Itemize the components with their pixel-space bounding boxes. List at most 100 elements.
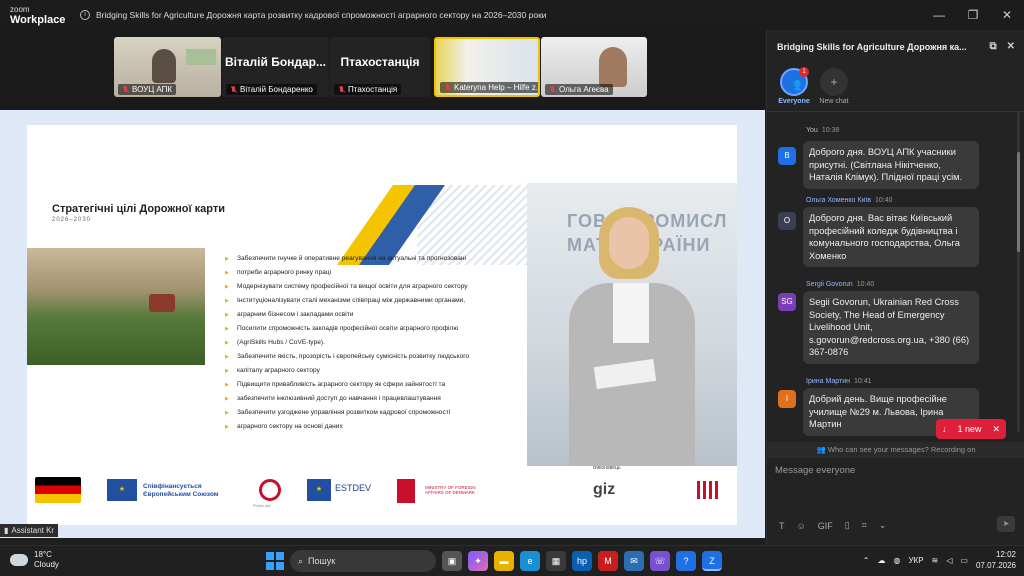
mic-muted-icon	[338, 85, 345, 94]
mail-icon[interactable]: ✉	[624, 551, 644, 571]
chevron-down-icon[interactable]: ⌄	[879, 520, 887, 531]
compose-area[interactable]: Message everyone T ☺ GIF ▯ ⌗ ⌄ ➤	[767, 458, 1024, 545]
message-bubble: Segii Govorun, Ukrainian Red Cross Socie…	[803, 291, 979, 364]
mcafee-icon[interactable]: M	[598, 551, 618, 571]
arrow-down-icon: ↓	[942, 424, 947, 434]
new-messages-pill[interactable]: ↓ 1 new ✕	[936, 419, 1006, 439]
message-sender: Ірина Мартин 10:41	[806, 378, 872, 385]
clock[interactable]: 12:02 07.07.2026	[976, 549, 1016, 571]
slide-title: Стратегічні цілі Дорожної карти	[52, 203, 226, 215]
video-tile[interactable]: Птахостанція Птахостанція	[330, 37, 430, 97]
message-bubble: Доброго дня. Вас вітає Київський професі…	[803, 207, 979, 267]
hp-icon[interactable]: hp	[572, 551, 592, 571]
flag-stripes-graphic	[336, 185, 527, 265]
unread-badge: 1	[799, 67, 809, 77]
logo-line2: Workplace	[10, 14, 66, 26]
bullet-item: Модернізувати систему професійної та вищ…	[225, 280, 525, 294]
participant-name-tag: Ольга Агеєва	[545, 84, 613, 95]
minimize-button[interactable]: —	[922, 0, 956, 30]
zoom-taskbar-icon[interactable]: Z	[702, 551, 722, 571]
message-bubble: Доброго дня. ВОУЦ АПК учасники присутні.…	[803, 141, 979, 189]
help-icon[interactable]: ?	[676, 551, 696, 571]
popout-icon[interactable]: ⧉	[989, 41, 996, 52]
video-tile[interactable]: Віталій Бондар... Віталій Бондаренко	[222, 37, 329, 97]
edge-icon[interactable]: e	[520, 551, 540, 571]
zoom-window: zoom Workplace i Bridging Skills for Agr…	[0, 0, 1024, 545]
participant-name: Ольга Агеєва	[559, 85, 609, 94]
video-tile-active-speaker[interactable]: Kateryna Help – Hilfe z...	[434, 37, 540, 97]
mic-muted-icon	[230, 85, 237, 94]
battery-icon[interactable]: ▭	[960, 556, 968, 565]
background-screen	[186, 49, 216, 65]
new-messages-label: 1 new	[957, 424, 982, 434]
german-cooperation-logo	[35, 477, 81, 503]
close-chat-icon[interactable]: ✕	[1007, 41, 1015, 52]
language-indicator[interactable]: УКР	[908, 556, 923, 565]
eu-flag-icon: ★	[107, 479, 137, 501]
participant-video	[152, 49, 176, 83]
start-button[interactable]	[266, 552, 284, 570]
message-input[interactable]: Message everyone	[775, 465, 855, 476]
info-icon[interactable]: i	[80, 10, 90, 20]
send-button[interactable]: ➤	[997, 516, 1015, 532]
video-tile[interactable]: Ольга Агеєва	[541, 37, 647, 97]
cloud-icon	[10, 554, 28, 566]
privacy-notice[interactable]: 👥 Who can see your messages? Recording o…	[767, 442, 1024, 458]
format-text-icon[interactable]: T	[779, 521, 785, 531]
chat-panel: Bridging Skills for Agriculture Дорожня …	[766, 30, 1024, 545]
bullet-item: Посилити спроможність закладів професійн…	[225, 322, 525, 336]
participant-name-tag: Kateryna Help – Hilfe z...	[440, 82, 540, 93]
meeting-title: Bridging Skills for Agriculture Дорожня …	[96, 10, 547, 20]
assistant-badge[interactable]: ▮ Assistant Kr	[0, 524, 59, 537]
video-tile[interactable]: ВОУЦ АПК	[114, 37, 221, 97]
meeting-info[interactable]: i Bridging Skills for Agriculture Дорожн…	[80, 10, 547, 20]
denmark-emblem	[397, 479, 415, 503]
chevron-up-icon[interactable]: ⌃	[863, 556, 870, 565]
viber-icon[interactable]: ☏	[650, 551, 670, 571]
bullet-item-cont: аграрного сектору на основі даних	[225, 420, 525, 434]
bullet-item: Забезпечити узгоджене управління розвитк…	[225, 406, 525, 420]
zoom-logo: zoom Workplace	[0, 5, 80, 26]
weather-text: 18°C Cloudy	[34, 550, 59, 569]
chat-header: Bridging Skills for Agriculture Дорожня …	[767, 30, 1024, 64]
giz-logo: giz	[593, 481, 616, 498]
network-icon[interactable]: ◍	[893, 556, 900, 565]
system-tray: ⌃ ☁ ◍ УКР ≋ ◁ ▭ 12:02 07.07.2026	[863, 549, 1016, 571]
people-icon: 👥	[816, 445, 826, 454]
task-view-icon[interactable]: ▣	[442, 551, 462, 571]
store-icon[interactable]: ▦	[546, 551, 566, 571]
speaker-face	[609, 217, 649, 269]
tab-new-chat[interactable]: + New chat	[811, 68, 857, 105]
avatar: SG	[778, 293, 796, 311]
estdev-flag-icon: ★	[307, 479, 331, 501]
group-icon: 👥 1	[780, 67, 809, 96]
taskbar-search[interactable]: ⌕ Пошук	[290, 550, 436, 572]
dismiss-icon[interactable]: ✕	[992, 424, 1000, 435]
participant-name: Птахостанція	[348, 85, 398, 94]
signal-bars-icon: ▮	[4, 526, 9, 535]
speaker-icon[interactable]: ◁	[946, 556, 952, 565]
onedrive-icon[interactable]: ☁	[877, 556, 885, 565]
copilot-icon[interactable]: ✦	[468, 551, 488, 571]
participant-big-name: Птахостанція	[340, 55, 420, 69]
emoji-icon[interactable]: ☺	[797, 521, 806, 531]
file-icon[interactable]: ▯	[845, 520, 850, 531]
avatar: I	[778, 390, 796, 408]
tab-label: New chat	[819, 98, 849, 105]
close-button[interactable]: ✕	[990, 0, 1024, 30]
bullet-item-cont: аграрним бізнесом і закладами освіти	[225, 308, 525, 322]
gif-icon[interactable]: GIF	[818, 521, 833, 531]
participant-name-tag: Птахостанція	[334, 84, 402, 95]
taskbar-apps: ⌕ Пошук ▣ ✦ ▬ e ▦ hp M ✉ ☏ ? Z	[266, 550, 722, 572]
participant-name: Kateryna Help – Hilfe z...	[454, 83, 540, 92]
estdev-logo: ESTDEV	[335, 483, 372, 493]
privacy-notice-text: Who can see your messages? Recording on	[827, 445, 976, 454]
weather-widget[interactable]: 18°C Cloudy	[10, 550, 59, 570]
chat-scrollbar[interactable]	[1017, 112, 1020, 432]
slide-years: 2026–2030	[52, 217, 92, 223]
file-explorer-icon[interactable]: ▬	[494, 551, 514, 571]
polish-aid-logo	[259, 479, 281, 501]
restore-button[interactable]: ❐	[956, 0, 990, 30]
screenshot-icon[interactable]: ⌗	[862, 520, 867, 531]
wifi-icon[interactable]: ≋	[932, 556, 939, 565]
